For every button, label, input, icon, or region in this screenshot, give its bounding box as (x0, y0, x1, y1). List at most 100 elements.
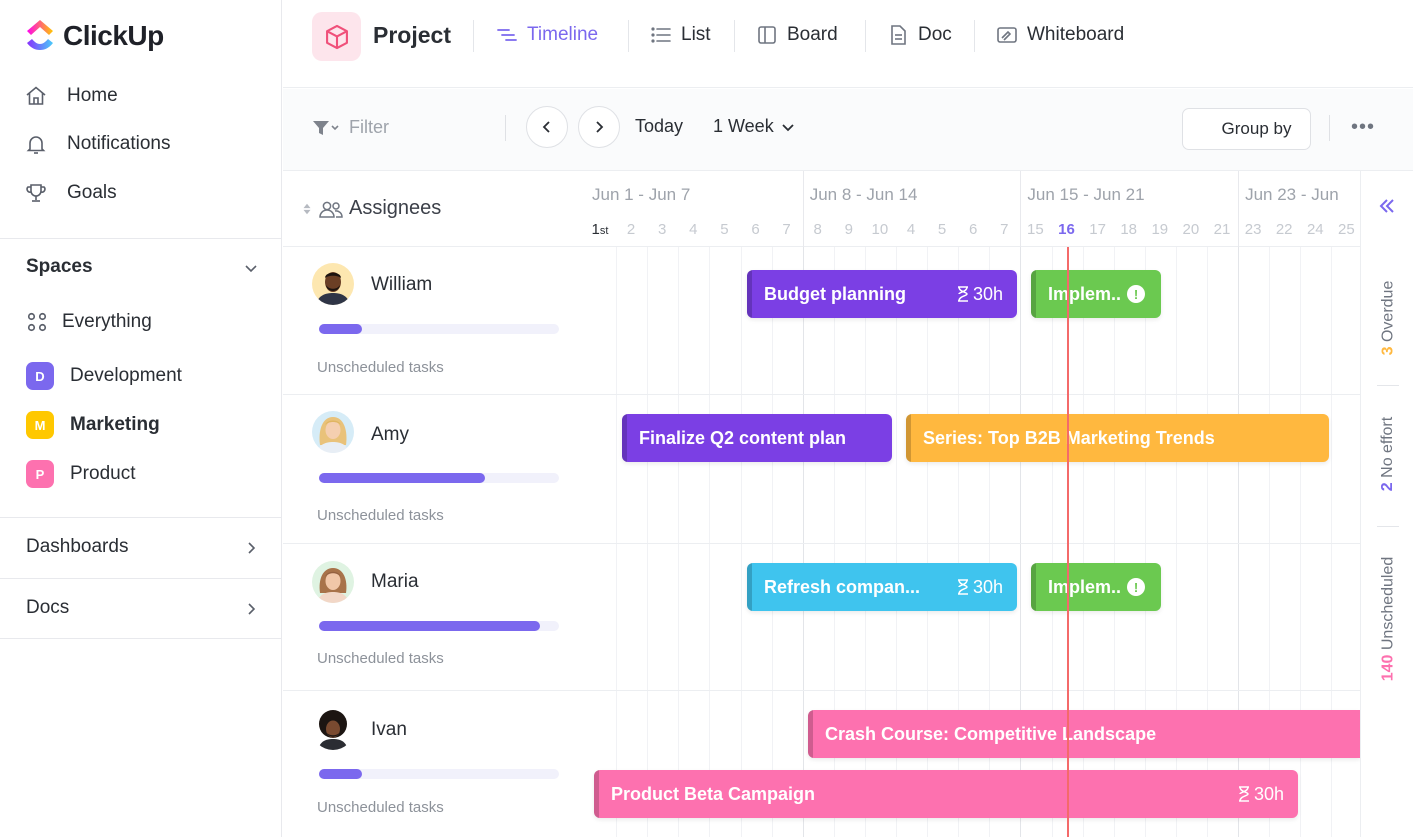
time-estimate: 30h (1237, 784, 1284, 805)
task-bar-series-b2b[interactable]: Series: Top B2B Marketing Trends (906, 414, 1329, 462)
day-number: 1 (591, 221, 600, 238)
sidebar: ClickUp Home Notifications Goals Spaces … (0, 0, 282, 837)
day-number: 15 (1027, 221, 1044, 238)
tab-list-label: List (681, 24, 711, 45)
task-bar-finalize-q2[interactable]: Finalize Q2 content plan (622, 414, 892, 462)
avatar-william-image (312, 263, 354, 305)
day-label: 24 (1300, 221, 1330, 238)
space-product[interactable]: P Product (26, 460, 135, 488)
nav-goals-label: Goals (67, 182, 117, 203)
task-bar-refresh-company[interactable]: Refresh compan... 30h (747, 563, 1017, 611)
day-label: 6 (741, 221, 771, 238)
task-bar-crash-course[interactable]: Crash Course: Competitive Landscape (808, 710, 1360, 758)
unscheduled-filter[interactable]: 140 Unscheduled (1365, 539, 1411, 699)
week-label: Jun 15 - Jun 21 (1027, 185, 1145, 204)
time-estimate-value: 30h (972, 576, 1003, 597)
avatar-maria-image (312, 561, 354, 603)
timeline-toolbar: Filter Today 1 Week Group by ••• (283, 89, 1413, 171)
collapse-panel-icon[interactable] (1376, 195, 1398, 217)
workload-fill (319, 621, 540, 631)
assignees-title: Assignees (349, 197, 442, 219)
nav-home-label: Home (67, 85, 118, 106)
avatar-maria[interactable] (312, 561, 354, 603)
space-badge-product: P (26, 460, 54, 488)
task-label: Implem.. (1048, 576, 1122, 597)
workload-fill (319, 769, 363, 779)
day-label: 16 (1052, 221, 1082, 238)
overdue-count: 3 (1379, 346, 1397, 356)
day-label: 7 (772, 221, 802, 238)
filter-button[interactable]: Filter (311, 117, 389, 138)
task-bar-implem-1[interactable]: Implem.. ! (1031, 270, 1161, 318)
day-number: 20 (1182, 221, 1200, 238)
task-bar-implem-2[interactable]: Implem.. ! (1031, 563, 1161, 611)
next-button[interactable] (578, 106, 620, 148)
no-effort-label: No effort (1379, 416, 1396, 478)
nav-notifications[interactable]: Notifications (24, 132, 171, 156)
nav-goals[interactable]: Goals (24, 181, 117, 205)
day-gridline (647, 247, 649, 837)
today-marker-line (1067, 247, 1069, 837)
task-bar-budget-planning[interactable]: Budget planning 30h (747, 270, 1017, 318)
tab-list[interactable]: List (649, 23, 711, 47)
project-icon[interactable] (312, 12, 361, 61)
day-label: 7 (989, 221, 1019, 238)
day-label: 4 (896, 221, 926, 238)
week-label: Jun 23 - Jun (1245, 185, 1339, 204)
group-by-button[interactable]: Group by (1182, 108, 1311, 150)
tab-board[interactable]: Board (755, 23, 838, 47)
avatar-william[interactable] (312, 263, 354, 305)
tab-doc[interactable]: Doc (886, 23, 952, 47)
space-everything[interactable]: Everything (26, 311, 152, 333)
spaces-title[interactable]: Spaces (26, 256, 93, 278)
range-select[interactable]: 1 Week (713, 116, 796, 137)
doc-icon (891, 25, 906, 45)
avatar-amy[interactable] (312, 411, 354, 453)
overdue-filter[interactable]: 3 Overdue (1365, 253, 1411, 383)
assignees-column-header[interactable]: Assignees (302, 197, 441, 220)
avatar-ivan[interactable] (312, 708, 354, 750)
day-label: 8 (803, 221, 833, 238)
nav-home[interactable]: Home (24, 84, 118, 108)
day-number: 7 (1000, 221, 1009, 238)
brand-name: ClickUp (63, 20, 164, 51)
space-marketing-label: Marketing (70, 414, 160, 435)
tab-whiteboard[interactable]: Whiteboard (995, 23, 1124, 47)
chevron-down-icon[interactable] (243, 260, 259, 276)
day-number: 6 (969, 221, 978, 238)
cube-icon (325, 24, 348, 49)
space-everything-label: Everything (62, 311, 152, 332)
unscheduled-tasks-link[interactable]: Unscheduled tasks (317, 650, 444, 667)
workload-bar (319, 473, 559, 483)
assignee-name: William (371, 274, 433, 295)
space-development[interactable]: D Development (26, 362, 182, 390)
view-header: Project Timeline List Board Doc Whiteboa… (283, 0, 1413, 88)
nav-docs[interactable]: Docs (26, 597, 69, 619)
toolbar-divider (1329, 115, 1330, 141)
unscheduled-tasks-link[interactable]: Unscheduled tasks (317, 507, 444, 524)
grid-dots-icon (27, 312, 47, 332)
day-number: 3 (658, 221, 667, 238)
nav-dashboards[interactable]: Dashboards (26, 536, 128, 558)
chevron-right-icon[interactable] (243, 601, 259, 617)
clickup-logo[interactable]: ClickUp (24, 18, 164, 54)
task-bar-product-beta[interactable]: Product Beta Campaign 30h (594, 770, 1298, 818)
day-label: 6 (958, 221, 988, 238)
chevron-right-icon[interactable] (243, 540, 259, 556)
space-marketing[interactable]: M Marketing (26, 411, 160, 439)
workload-fill (319, 324, 363, 334)
more-options-button[interactable]: ••• (1351, 116, 1375, 139)
time-estimate-value: 30h (1253, 783, 1284, 804)
day-label: 21 (1207, 221, 1237, 238)
clickup-logo-icon (27, 20, 53, 50)
no-effort-filter[interactable]: 2 No effort (1365, 399, 1411, 509)
prev-button[interactable] (526, 106, 568, 148)
unscheduled-tasks-link[interactable]: Unscheduled tasks (317, 359, 444, 376)
row-divider (283, 394, 1360, 395)
day-gridline (616, 247, 618, 837)
space-badge-development: D (26, 362, 54, 390)
tab-timeline[interactable]: Timeline (495, 23, 598, 47)
unscheduled-tasks-link[interactable]: Unscheduled tasks (317, 799, 444, 816)
task-label: Implem.. (1048, 283, 1122, 304)
today-button[interactable]: Today (635, 116, 683, 137)
